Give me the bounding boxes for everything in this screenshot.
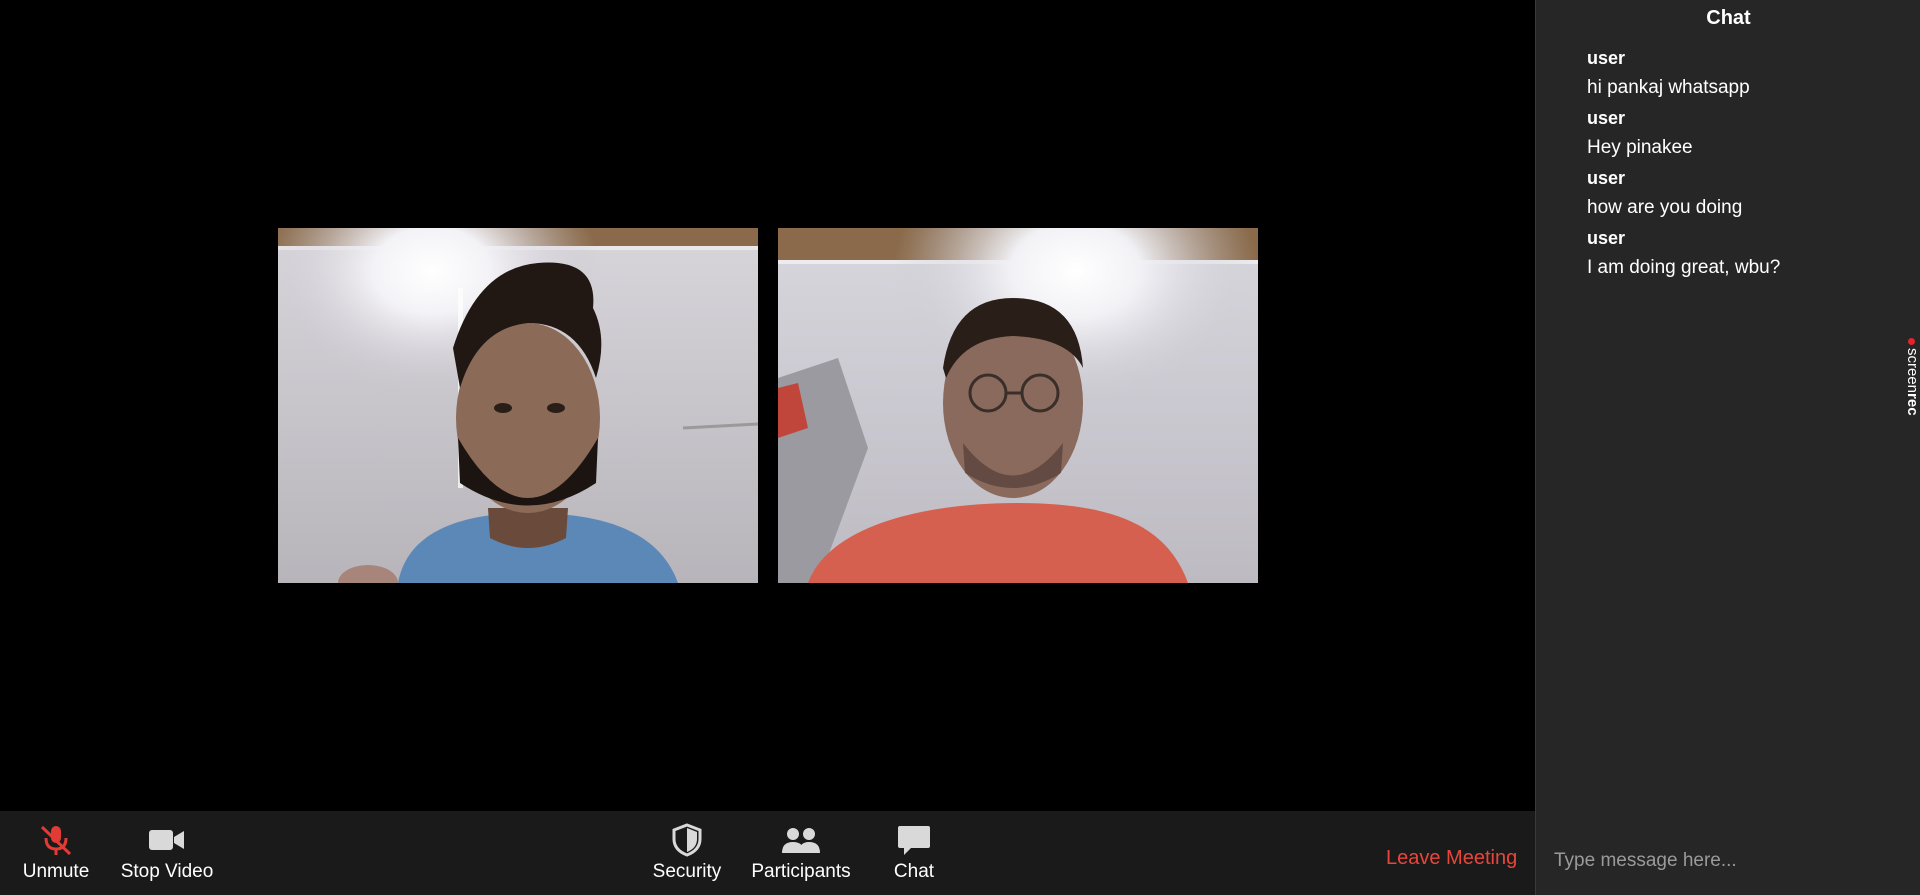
security-button[interactable]: Security	[651, 823, 723, 887]
chat-panel: Chat user hi pankaj whatsapp user Hey pi…	[1535, 0, 1920, 895]
chat-message-text: hi pankaj whatsapp	[1587, 77, 1750, 98]
meeting-app: Unmute Stop Video Security Participants …	[0, 0, 1920, 895]
screenrec-suffix: rec	[1904, 393, 1920, 416]
participant-2-video-feed	[778, 228, 1258, 583]
chat-message-text: I am doing great, wbu?	[1587, 257, 1781, 278]
chat-button[interactable]: Chat	[878, 823, 950, 887]
stop-video-label: Stop Video	[120, 861, 214, 882]
participants-button[interactable]: Participants	[749, 823, 853, 887]
chat-message-text: how are you doing	[1587, 197, 1743, 218]
chat-message: user hi pankaj whatsapp	[1587, 43, 1907, 103]
chat-bubble-icon	[897, 823, 931, 857]
microphone-muted-icon	[36, 823, 76, 857]
video-tile-participant-2[interactable]	[778, 228, 1258, 583]
screenrec-prefix: screen	[1904, 348, 1920, 394]
chat-message-sender: user	[1587, 48, 1626, 68]
stop-video-button[interactable]: Stop Video	[117, 823, 217, 887]
chat-message: user how are you doing	[1587, 163, 1907, 223]
chat-message: user I am doing great, wbu?	[1587, 223, 1907, 283]
chat-message-text: Hey pinakee	[1587, 137, 1693, 158]
security-label: Security	[652, 861, 722, 882]
chat-panel-title: Chat	[1706, 7, 1751, 29]
shield-icon	[671, 823, 703, 857]
video-camera-icon	[147, 823, 187, 857]
participant-1-video-feed	[278, 228, 758, 583]
unmute-label: Unmute	[22, 861, 90, 882]
chat-message-sender: user	[1587, 228, 1626, 248]
video-stage	[0, 0, 1535, 811]
chat-message-sender: user	[1587, 108, 1626, 128]
participants-icon	[780, 823, 822, 857]
video-tile-participant-1[interactable]	[278, 228, 758, 583]
participants-label: Participants	[751, 861, 851, 882]
chat-message-sender: user	[1587, 168, 1626, 188]
chat-message: user Hey pinakee	[1587, 103, 1907, 163]
unmute-button[interactable]: Unmute	[20, 823, 92, 887]
chat-label: Chat	[893, 861, 935, 882]
screenrec-watermark: screenrec	[1904, 348, 1920, 416]
recording-dot-icon	[1908, 338, 1915, 345]
meeting-toolbar: Unmute Stop Video Security Participants …	[0, 811, 1535, 895]
chat-message-list: user hi pankaj whatsapp user Hey pinakee…	[1587, 43, 1907, 283]
leave-meeting-button[interactable]: Leave Meeting	[1386, 847, 1517, 870]
chat-message-input[interactable]	[1552, 848, 1886, 874]
